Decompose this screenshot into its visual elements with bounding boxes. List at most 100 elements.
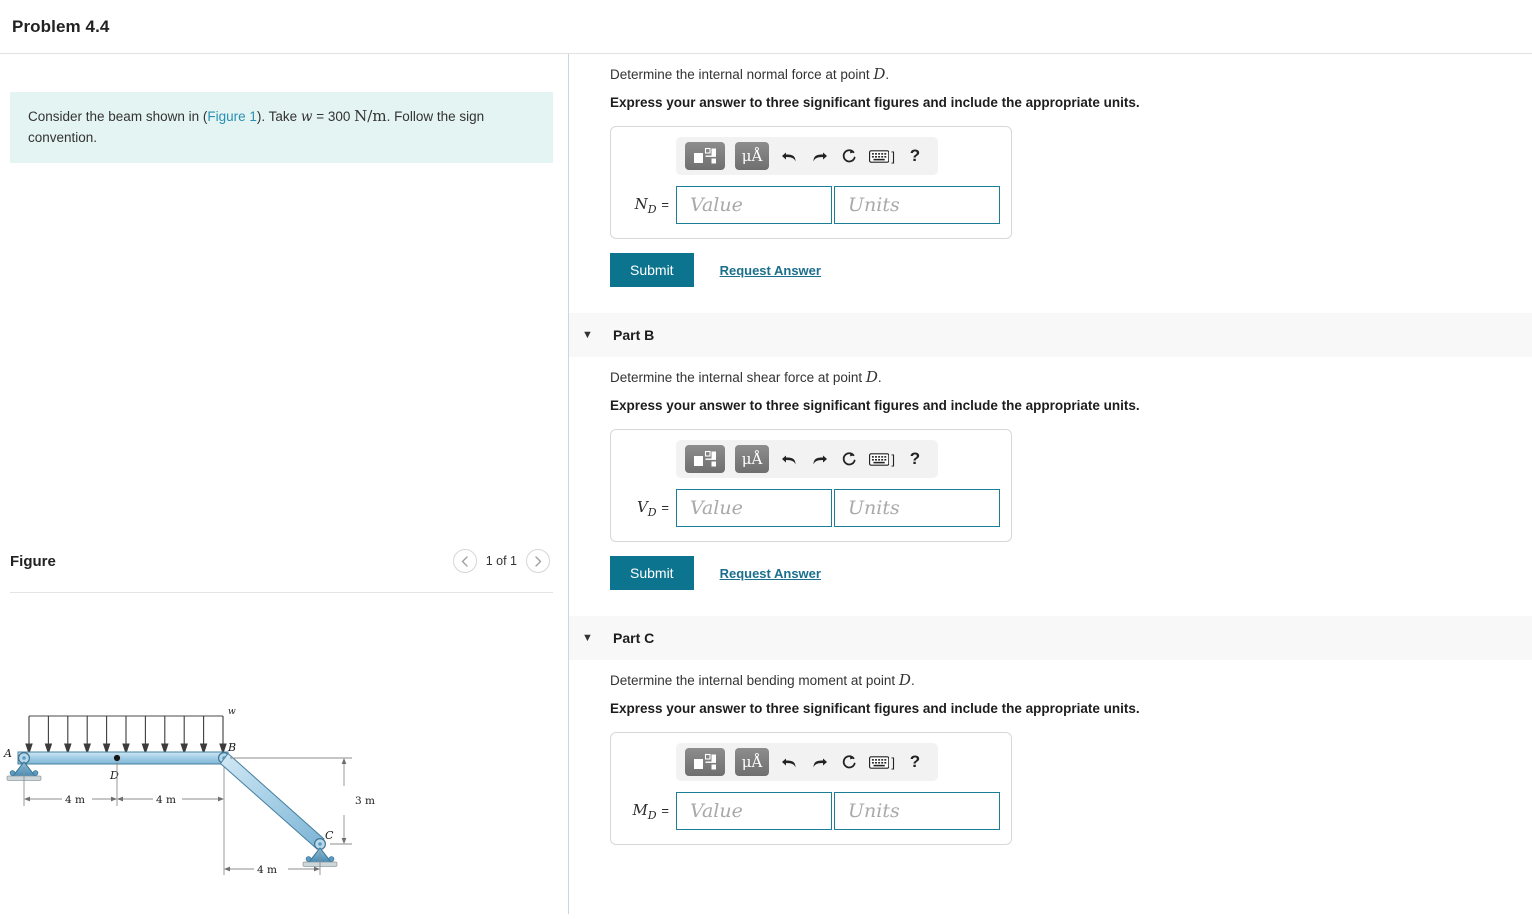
help-icon[interactable]: ? (905, 751, 925, 773)
keyboard-icon[interactable]: ] (869, 145, 895, 167)
part-b-answer-card: μÅ ] ? VD = Value Units (610, 429, 1012, 542)
micro-angstrom-units-icon[interactable]: μÅ (735, 142, 769, 170)
part-c-units-input[interactable]: Units (834, 792, 1000, 830)
page-header: Problem 4.4 (0, 0, 1532, 54)
help-icon[interactable]: ? (905, 448, 925, 470)
part-b-question: Determine the internal shear force at po… (610, 357, 1532, 386)
part-b-subscript: D (647, 505, 657, 519)
part-b-question-symbol: D (865, 368, 878, 386)
chevron-down-icon[interactable]: ▼ (582, 329, 606, 341)
part-b-actions: Submit Request Answer (610, 556, 1532, 590)
figure-counter: 1 of 1 (485, 554, 517, 568)
part-a-section: Determine the internal normal force at p… (569, 54, 1532, 287)
units-glyph: μÅ (741, 450, 763, 468)
redo-arrow-icon[interactable] (809, 145, 829, 167)
units-glyph: μÅ (741, 147, 763, 165)
part-a-units-input[interactable]: Units (834, 186, 1000, 224)
problem-statement-box: Consider the beam shown in (Figure 1). T… (10, 92, 553, 163)
right-panel: Determine the internal normal force at p… (569, 54, 1532, 914)
chevron-down-icon[interactable]: ▼ (582, 632, 606, 644)
part-b-units-input[interactable]: Units (834, 489, 1000, 527)
symbol-w: w (300, 109, 313, 125)
undo-arrow-icon[interactable] (779, 145, 799, 167)
part-c-equals: = (661, 802, 669, 818)
part-c-question: Determine the internal bending moment at… (610, 660, 1532, 689)
part-a-submit-button[interactable]: Submit (610, 253, 694, 287)
part-b-answer-row: VD = Value Units (621, 489, 1001, 527)
content-area: Consider the beam shown in (Figure 1). T… (0, 54, 1532, 914)
part-a-subscript: D (647, 202, 657, 216)
figure-link[interactable]: Figure 1 (207, 109, 257, 124)
part-a-request-answer-link[interactable]: Request Answer (720, 263, 821, 278)
part-a-question-symbol: D (873, 65, 886, 83)
undo-arrow-icon[interactable] (779, 751, 799, 773)
chevron-left-icon[interactable] (452, 549, 477, 573)
figure-pager: 1 of 1 (452, 549, 550, 573)
part-c-question-text: Determine the internal bending moment at… (610, 673, 899, 688)
part-c-label: Part C (613, 630, 655, 646)
math-template-icon[interactable] (685, 142, 725, 170)
figure-label-b: B (227, 741, 236, 754)
micro-angstrom-units-icon[interactable]: μÅ (735, 748, 769, 776)
figure-dim-bottom: 4 m (257, 864, 277, 876)
part-b-question-tail: . (877, 370, 882, 385)
part-a-symbol: N (634, 194, 648, 213)
statement-units: N/m (354, 107, 387, 125)
part-b-symbol: V (636, 497, 648, 516)
part-b-answer-label: VD = (621, 498, 676, 519)
problem-statement-text: Consider the beam shown in (Figure 1). T… (28, 105, 535, 148)
part-b-equals: = (661, 499, 669, 515)
micro-angstrom-units-icon[interactable]: μÅ (735, 445, 769, 473)
figure-dim-db: 4 m (156, 794, 176, 806)
figure-panel-title: Figure (10, 552, 56, 570)
figure-divider (10, 592, 553, 593)
part-a-answer-row: ND = Value Units (621, 186, 1001, 224)
figure-label-a: A (3, 747, 12, 760)
reset-circular-arrow-icon[interactable] (839, 751, 859, 773)
keyboard-suffix: ] (891, 148, 895, 164)
math-template-icon[interactable] (685, 748, 725, 776)
part-a-value-input[interactable]: Value (676, 186, 832, 224)
part-a-question-text: Determine the internal normal force at p… (610, 67, 874, 82)
page-title: Problem 4.4 (12, 16, 110, 36)
part-a-question: Determine the internal normal force at p… (610, 54, 1532, 83)
units-glyph: μÅ (741, 753, 763, 771)
undo-arrow-icon[interactable] (779, 448, 799, 470)
reset-circular-arrow-icon[interactable] (839, 448, 859, 470)
math-template-icon[interactable] (685, 445, 725, 473)
part-c-symbol: M (632, 800, 648, 819)
part-b-header[interactable]: ▼ Part B (569, 313, 1532, 357)
keyboard-suffix: ] (891, 451, 895, 467)
part-c-question-tail: . (910, 673, 915, 688)
part-b-question-text: Determine the internal shear force at po… (610, 370, 866, 385)
part-c-value-input[interactable]: Value (676, 792, 832, 830)
redo-arrow-icon[interactable] (809, 751, 829, 773)
part-b-request-answer-link[interactable]: Request Answer (720, 566, 821, 581)
keyboard-suffix: ] (891, 754, 895, 770)
part-c-question-symbol: D (898, 671, 911, 689)
part-c-toolbar: μÅ ] ? (676, 743, 938, 781)
figure-panel-header: Figure 1 of 1 (0, 549, 568, 573)
part-c-answer-card: μÅ ] ? MD = Value Units (610, 732, 1012, 845)
keyboard-icon[interactable]: ] (869, 751, 895, 773)
part-b-value-input[interactable]: Value (676, 489, 832, 527)
statement-value: 300 (327, 109, 351, 124)
part-a-answer-card: μÅ ] ? ND = Value Units (610, 126, 1012, 239)
part-a-answer-label: ND = (621, 195, 676, 216)
keyboard-icon[interactable]: ] (869, 448, 895, 470)
figure-label-d: D (109, 769, 119, 782)
part-b-submit-button[interactable]: Submit (610, 556, 694, 590)
part-c-header[interactable]: ▼ Part C (569, 616, 1532, 660)
reset-circular-arrow-icon[interactable] (839, 145, 859, 167)
part-c-section: ▼ Part C Determine the internal bending … (569, 616, 1532, 845)
part-b-label: Part B (613, 327, 655, 343)
part-a-instruction: Express your answer to three significant… (610, 95, 1140, 110)
part-c-instruction: Express your answer to three significant… (610, 701, 1140, 716)
statement-equals: = (312, 109, 328, 124)
redo-arrow-icon[interactable] (809, 448, 829, 470)
part-b-toolbar: μÅ ] ? (676, 440, 938, 478)
help-icon[interactable]: ? (905, 145, 925, 167)
part-b-instruction: Express your answer to three significant… (610, 398, 1140, 413)
left-panel: Consider the beam shown in (Figure 1). T… (0, 54, 569, 914)
chevron-right-icon[interactable] (526, 549, 550, 573)
